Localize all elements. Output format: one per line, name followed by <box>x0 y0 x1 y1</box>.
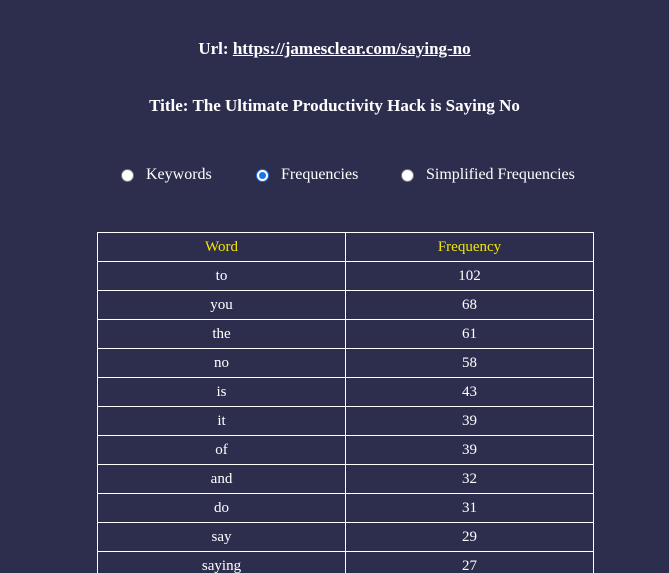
frequency-cell: 68 <box>345 290 594 320</box>
table-row: do 31 <box>97 493 594 523</box>
table-row: it 39 <box>97 406 594 436</box>
frequency-cell: 39 <box>345 406 594 436</box>
url-link[interactable]: https://jamesclear.com/saying-no <box>233 39 471 58</box>
radio-frequencies-button[interactable] <box>256 168 269 182</box>
table-row: and 32 <box>97 464 594 494</box>
word-cell: is <box>97 377 346 407</box>
radio-keywords-button[interactable] <box>121 168 134 182</box>
url-line: Url: https://jamesclear.com/saying-no <box>0 38 669 60</box>
word-cell: to <box>97 261 346 291</box>
frequency-cell: 31 <box>345 493 594 523</box>
column-header-word: Word <box>97 232 346 262</box>
radio-keywords[interactable]: Keywords <box>121 163 212 187</box>
table-row: no 58 <box>97 348 594 378</box>
word-cell: say <box>97 522 346 552</box>
radio-frequencies[interactable]: Frequencies <box>256 163 358 187</box>
radio-simplified-frequencies-button[interactable] <box>401 168 414 182</box>
page: Url: https://jamesclear.com/saying-no Ti… <box>0 0 669 573</box>
frequency-cell: 43 <box>345 377 594 407</box>
frequency-cell: 29 <box>345 522 594 552</box>
radio-simplified-frequencies-label: Simplified Frequencies <box>426 166 575 183</box>
word-cell: and <box>97 464 346 494</box>
table-row: say 29 <box>97 522 594 552</box>
radio-frequencies-label: Frequencies <box>281 166 359 183</box>
frequency-cell: 39 <box>345 435 594 465</box>
radio-simplified-frequencies[interactable]: Simplified Frequencies <box>401 163 575 187</box>
word-frequency-table: Word Frequency to 102 you 68 the 61 no 5… <box>97 232 594 573</box>
table-row: is 43 <box>97 377 594 407</box>
radio-keywords-label: Keywords <box>146 166 212 183</box>
table-header-row: Word Frequency <box>97 232 594 262</box>
title-label: Title: <box>149 96 189 115</box>
word-cell: no <box>97 348 346 378</box>
frequency-cell: 102 <box>345 261 594 291</box>
table-row: you 68 <box>97 290 594 320</box>
word-cell: saying <box>97 551 346 573</box>
page-title: Title: The Ultimate Productivity Hack is… <box>0 95 669 117</box>
word-cell: the <box>97 319 346 349</box>
table-row: the 61 <box>97 319 594 349</box>
frequency-cell: 27 <box>345 551 594 573</box>
word-cell: of <box>97 435 346 465</box>
word-cell: do <box>97 493 346 523</box>
view-mode-radio-group: Keywords Frequencies Simplified Frequenc… <box>0 163 669 187</box>
title-text: The Ultimate Productivity Hack is Saying… <box>192 96 520 115</box>
word-cell: you <box>97 290 346 320</box>
word-cell: it <box>97 406 346 436</box>
table-row: to 102 <box>97 261 594 291</box>
frequency-cell: 61 <box>345 319 594 349</box>
url-label: Url: <box>198 39 229 58</box>
column-header-frequency: Frequency <box>345 232 594 262</box>
table-row: saying 27 <box>97 551 594 573</box>
frequency-cell: 58 <box>345 348 594 378</box>
frequency-cell: 32 <box>345 464 594 494</box>
table-row: of 39 <box>97 435 594 465</box>
